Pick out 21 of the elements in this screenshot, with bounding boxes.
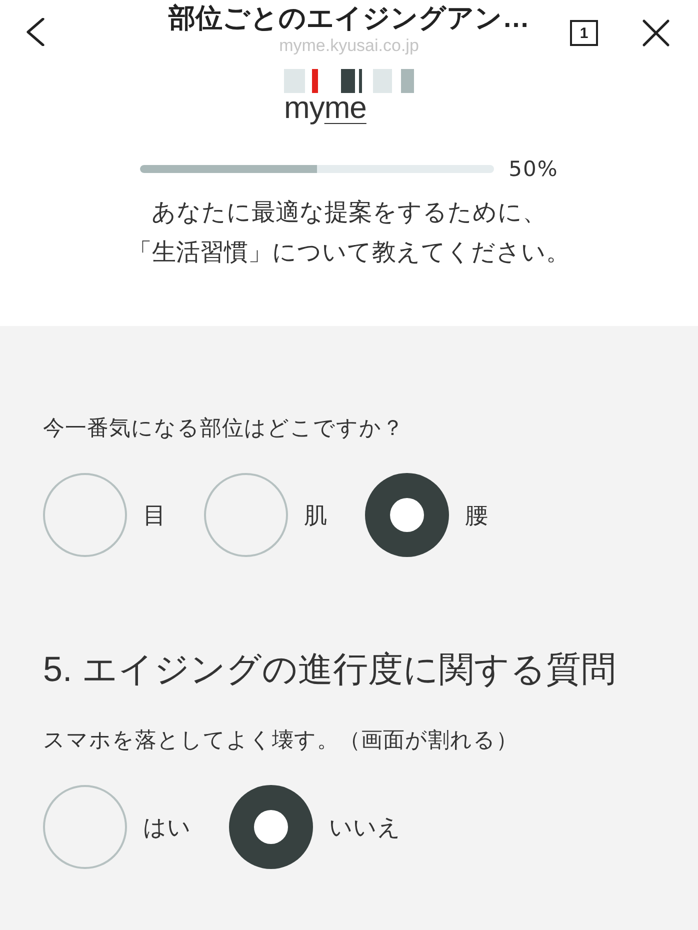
option-label[interactable]: 腰: [465, 500, 488, 530]
tab-count-button[interactable]: 1: [570, 20, 598, 46]
option-label[interactable]: はい: [143, 812, 191, 842]
option-label[interactable]: 目: [143, 500, 166, 530]
option-label[interactable]: いいえ: [329, 812, 401, 842]
question-text: スマホを落としてよく壊す。（画面が割れる）: [43, 727, 519, 754]
intro-text: あなたに最適な提案をするために、: [152, 198, 546, 228]
page-title: 部位ごとのエイジングアン…: [168, 2, 530, 35]
close-icon[interactable]: [642, 19, 670, 47]
radio-button[interactable]: [204, 473, 288, 557]
progress-percent: 50%: [508, 157, 558, 181]
page-url: myme.kyusai.co.jp: [279, 36, 419, 56]
radio-button[interactable]: [43, 473, 127, 557]
question-text: 今一番気になる部位はどこですか？: [43, 415, 405, 442]
radio-button[interactable]: [43, 785, 127, 869]
intro-text: 「生活習慣」について教えてください。: [128, 238, 570, 268]
logo-text: myme: [284, 93, 366, 123]
section-heading: 5. エイジングの進行度に関する質問: [43, 649, 617, 691]
back-icon[interactable]: [25, 18, 45, 46]
logo-stripes-icon: [284, 69, 414, 93]
option-label[interactable]: 肌: [304, 500, 327, 530]
